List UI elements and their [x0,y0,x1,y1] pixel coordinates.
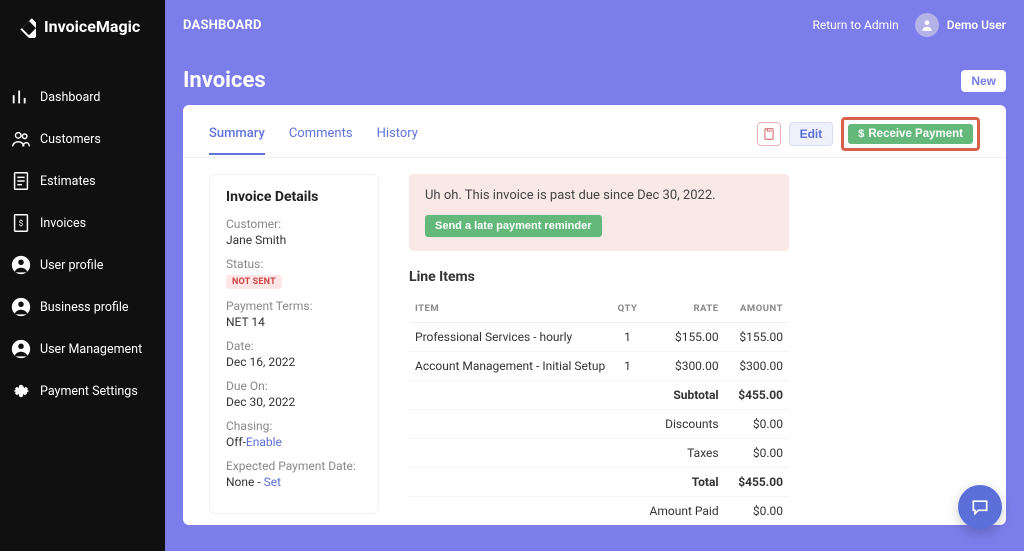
tab-history[interactable]: History [377,120,418,155]
sidebar: InvoiceMagic Dashboard Customers Estimat… [0,0,165,551]
tab-comments[interactable]: Comments [289,120,353,155]
chasing-enable-link[interactable]: Enable [246,435,282,449]
col-item: ITEM [409,295,612,323]
sidebar-item-label: Customers [40,132,101,147]
amount-paid-row: Amount Paid $0.00 [409,497,789,526]
col-qty: QTY [612,295,644,323]
return-to-admin-link[interactable]: Return to Admin [812,18,898,32]
subtotal-row: Subtotal $455.00 [409,381,789,410]
sidebar-item-estimates[interactable]: Estimates [0,160,165,202]
page-title: Invoices [183,68,961,93]
line-items-table: ITEM QTY RATE AMOUNT Professional Servic… [409,295,789,525]
avatar[interactable] [915,13,939,37]
sidebar-item-label: User Management [40,342,142,357]
date-label: Date: [226,339,362,353]
sidebar-item-label: Business profile [40,300,129,315]
receive-payment-button[interactable]: $ Receive Payment [848,124,973,144]
sidebar-item-label: Dashboard [40,90,100,105]
chat-icon [970,497,990,517]
user-circle-icon [10,296,32,318]
status-badge: NOT SENT [226,275,282,289]
main: Invoices New Summary Comments History Ed… [165,50,1024,551]
terms-value: NET 14 [226,315,362,329]
sidebar-item-business-profile[interactable]: Business profile [0,286,165,328]
user-icon [920,18,934,32]
topbar-title: DASHBOARD [183,18,262,33]
pdf-icon [762,127,776,141]
invoice-details-panel: Invoice Details Customer: Jane Smith Sta… [209,174,379,514]
chasing-label: Chasing: [226,419,362,433]
sidebar-item-label: User profile [40,258,103,273]
edit-button[interactable]: Edit [789,122,834,146]
sidebar-item-payment-settings[interactable]: Payment Settings [0,370,165,412]
username: Demo User [947,18,1006,32]
sidebar-item-invoices[interactable]: $ Invoices [0,202,165,244]
sidebar-item-label: Invoices [40,216,86,231]
new-button[interactable]: New [961,70,1006,92]
terms-label: Payment Terms: [226,299,362,313]
receive-label: Receive Payment [868,128,963,140]
pdf-button[interactable] [757,122,781,146]
col-rate: RATE [643,295,724,323]
expected-set-link[interactable]: Set [264,475,281,489]
due-label: Due On: [226,379,362,393]
customer-link[interactable]: Jane Smith [226,233,362,247]
col-amount: AMOUNT [725,295,789,323]
expected-prefix: None - [226,475,264,489]
expected-label: Expected Payment Date: [226,459,362,473]
details-heading: Invoice Details [226,189,362,205]
table-row: Professional Services - hourly 1 $155.00… [409,323,789,352]
topbar: DASHBOARD Return to Admin Demo User [165,0,1024,50]
user-circle-icon [10,338,32,360]
due-value: Dec 30, 2022 [226,395,362,409]
sidebar-item-customers[interactable]: Customers [0,118,165,160]
sidebar-item-user-management[interactable]: User Management [0,328,165,370]
line-items-heading: Line Items [409,269,789,285]
invoice-icon: $ [10,212,32,234]
sidebar-item-label: Payment Settings [40,384,138,399]
send-reminder-button[interactable]: Send a late payment reminder [425,215,602,237]
status-label: Status: [226,257,362,271]
total-row: Total $455.00 [409,468,789,497]
doc-icon [10,170,32,192]
chat-fab[interactable] [958,485,1002,529]
bars-icon [10,86,32,108]
table-row: Account Management - Initial Setup 1 $30… [409,352,789,381]
alert-text: Uh oh. This invoice is past due since De… [425,188,773,203]
past-due-alert: Uh oh. This invoice is past due since De… [409,174,789,251]
brand-text: InvoiceMagic [44,17,140,36]
sidebar-item-dashboard[interactable]: Dashboard [0,76,165,118]
chasing-prefix: Off- [226,435,246,449]
discounts-row: Discounts $0.00 [409,410,789,439]
dollar-icon: $ [858,128,864,140]
sidebar-item-user-profile[interactable]: User profile [0,244,165,286]
user-circle-icon [10,254,32,276]
svg-text:$: $ [19,218,24,229]
customer-label: Customer: [226,217,362,231]
tab-summary[interactable]: Summary [209,120,265,155]
gear-icon [10,380,32,402]
brand-logo[interactable]: InvoiceMagic [0,0,165,58]
diamond-icon [12,14,36,38]
date-value: Dec 16, 2022 [226,355,362,369]
users-icon [10,128,32,150]
invoice-card: Summary Comments History Edit $ Receive … [183,105,1006,525]
taxes-row: Taxes $0.00 [409,439,789,468]
receive-highlight: $ Receive Payment [841,117,980,151]
sidebar-item-label: Estimates [40,174,96,189]
